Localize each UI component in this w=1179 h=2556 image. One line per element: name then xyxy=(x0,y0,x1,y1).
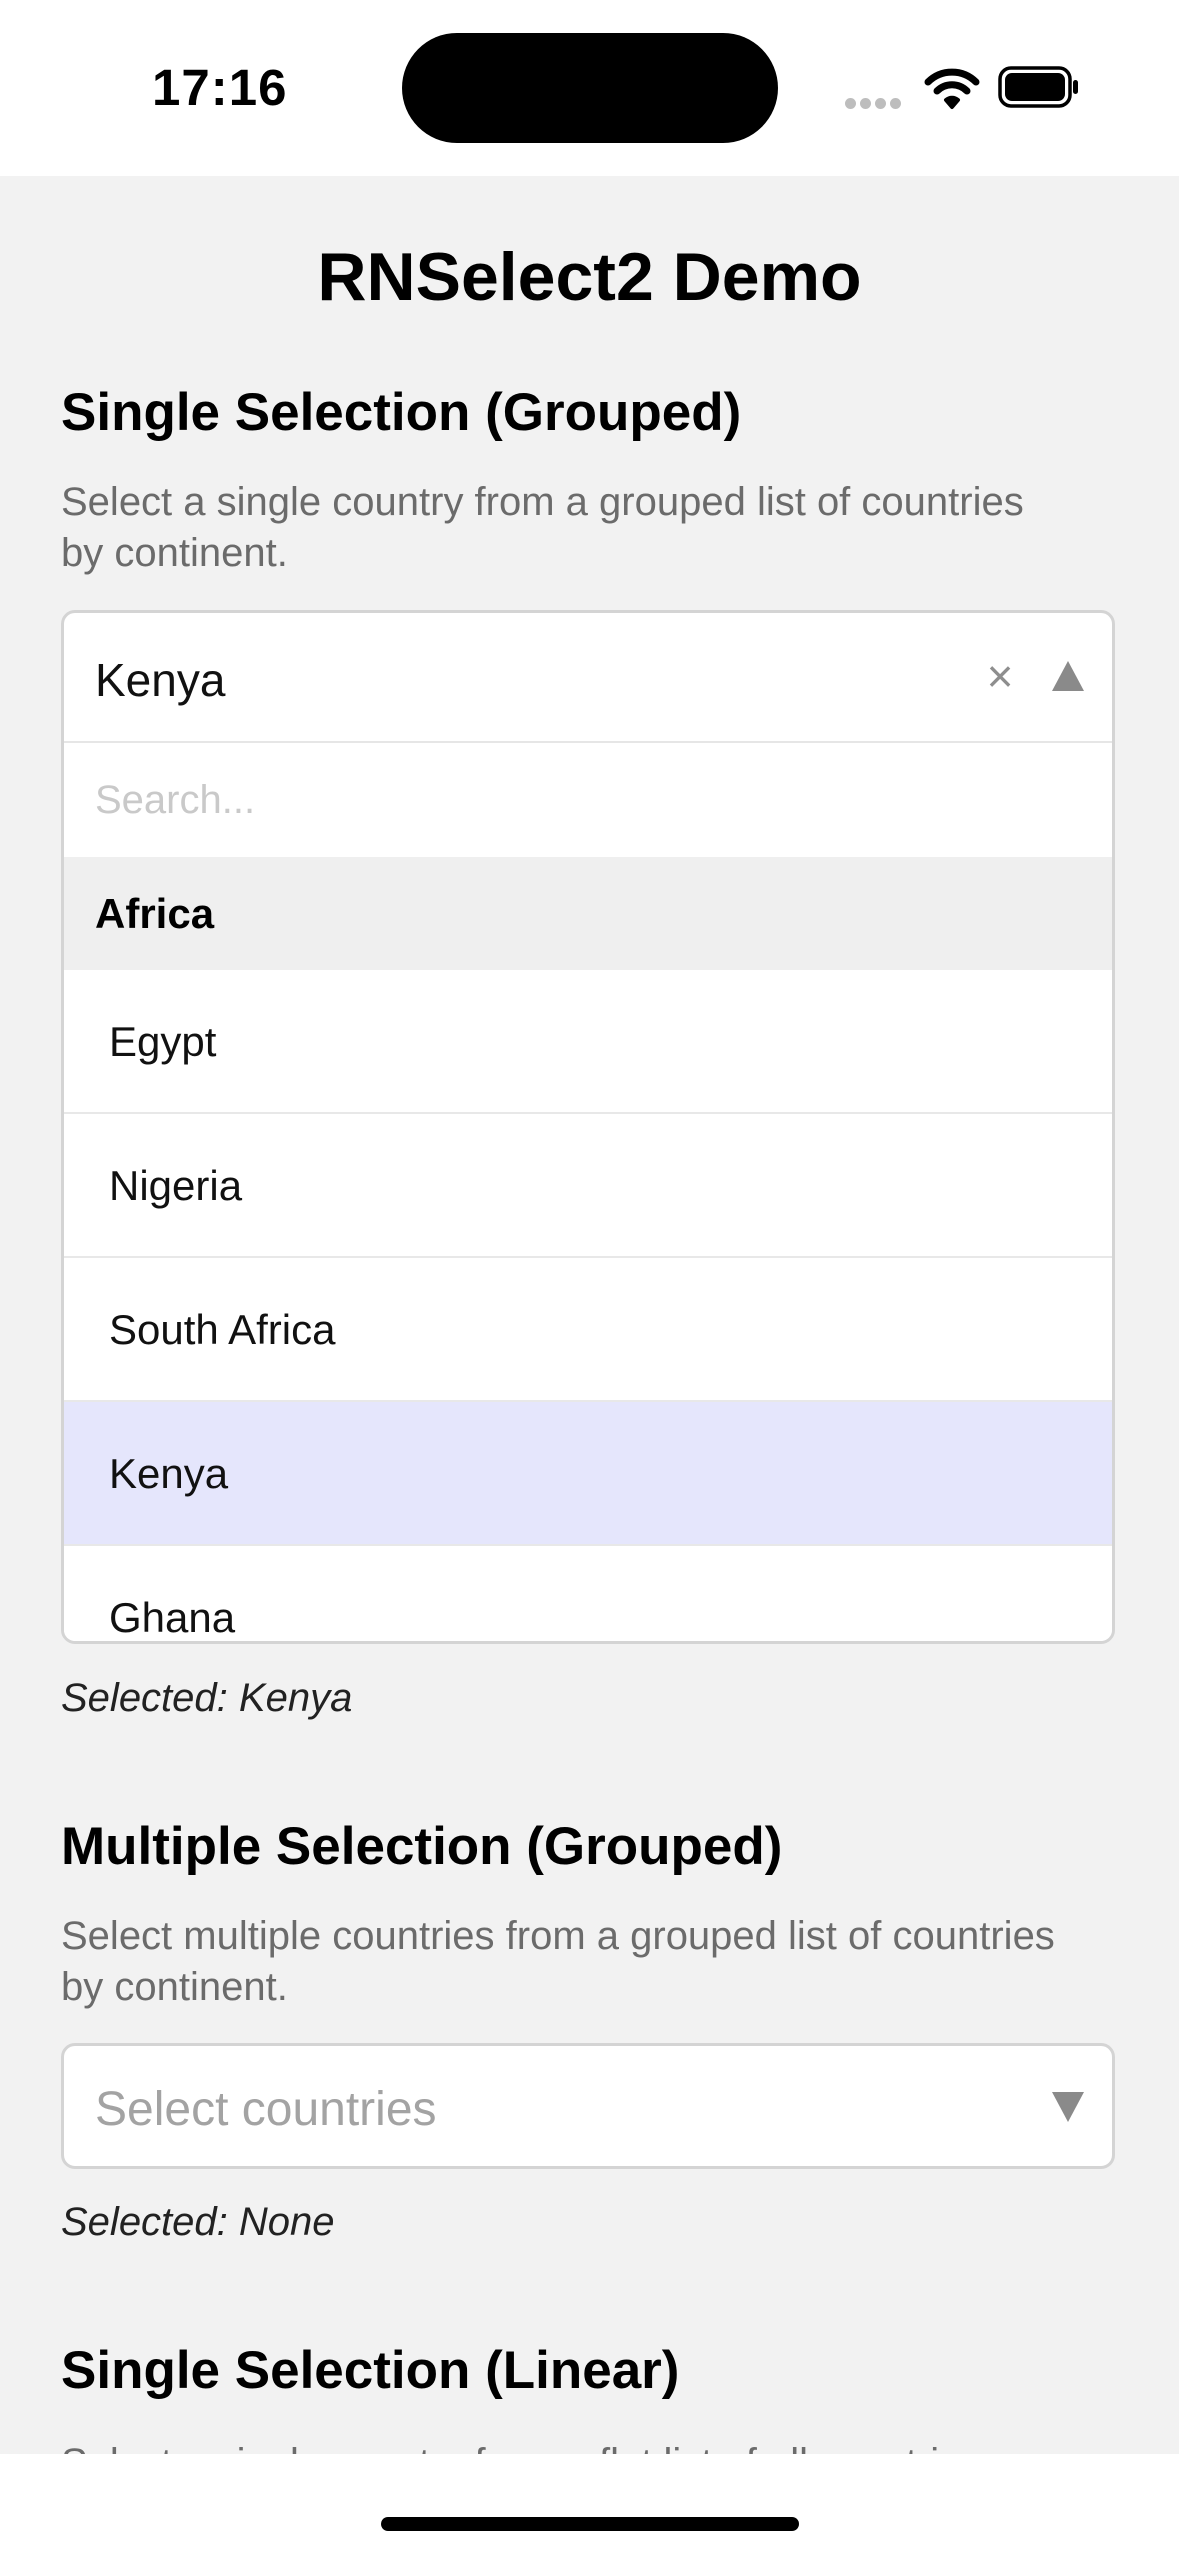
search-input[interactable] xyxy=(64,743,1112,857)
home-indicator-area xyxy=(0,2454,1179,2556)
chevron-up-icon[interactable] xyxy=(1052,661,1084,691)
multiple-grouped-selected-text: Selected: None xyxy=(61,2200,335,2244)
multiple-grouped-description: Select multiple countries from a grouped… xyxy=(61,1914,1055,2009)
option-south-africa[interactable]: South Africa xyxy=(64,1258,1112,1402)
dynamic-island xyxy=(402,33,778,143)
option-egypt[interactable]: Egypt xyxy=(64,970,1112,1114)
group-header-africa: Africa xyxy=(64,857,1112,970)
wifi-icon xyxy=(924,66,980,115)
status-time: 17:16 xyxy=(152,59,288,116)
multiselect-placeholder: Select countries xyxy=(95,2083,437,2136)
clear-icon[interactable]: × xyxy=(970,641,1030,711)
page-title: RNSelect2 Demo xyxy=(317,239,862,315)
country-dropdown-open: Kenya × Africa Egypt Nigeria South Afric… xyxy=(61,610,1115,1644)
selected-value: Kenya xyxy=(95,654,226,706)
option-ghana[interactable]: Ghana xyxy=(64,1546,1112,1641)
option-kenya-selected[interactable]: Kenya xyxy=(64,1402,1112,1546)
status-bar: 17:16 xyxy=(0,0,1179,176)
option-nigeria[interactable]: Nigeria xyxy=(64,1114,1112,1258)
countries-multiselect[interactable]: Select countries xyxy=(61,2043,1115,2169)
chevron-down-icon[interactable] xyxy=(1052,2092,1084,2122)
battery-icon xyxy=(998,66,1080,113)
single-linear-title: Single Selection (Linear) xyxy=(61,2341,680,2400)
single-grouped-description: Select a single country from a grouped l… xyxy=(61,480,1024,575)
cellular-signal-icon xyxy=(845,96,905,114)
dropdown-header[interactable]: Kenya × xyxy=(64,613,1112,743)
single-grouped-title: Single Selection (Grouped) xyxy=(61,383,742,442)
single-grouped-selected-text: Selected: Kenya xyxy=(61,1676,353,1720)
home-indicator[interactable] xyxy=(381,2517,799,2531)
multiple-grouped-title: Multiple Selection (Grouped) xyxy=(61,1817,783,1876)
